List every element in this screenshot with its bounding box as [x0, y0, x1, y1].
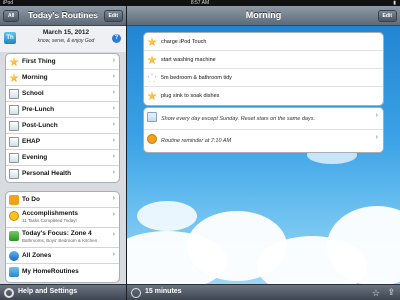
timer-bar: 15 minutes ☆ ⇪ [127, 284, 400, 300]
detail-nav-bar: Morning Edit [127, 6, 400, 26]
routine-first-thing[interactable]: First Thing › [6, 54, 119, 70]
chevron-right-icon: › [112, 169, 115, 176]
routine-evening[interactable]: Evening › [6, 150, 119, 166]
star-icon [9, 57, 19, 67]
task-row[interactable]: start washing machine [144, 51, 383, 69]
task-label: start washing machine [161, 57, 216, 63]
chevron-right-icon: › [112, 195, 115, 202]
help-settings-label: Help and Settings [18, 288, 78, 295]
home-routines-label: My HomeRoutines [22, 268, 79, 275]
star-outline-icon[interactable]: ☆ [372, 288, 380, 298]
star-filled-icon[interactable] [147, 91, 157, 101]
routines-list: First Thing › Morning › School › Pre-Lun… [5, 53, 120, 183]
focus-description: Bathrooms, Boys' Bedroom & Kitchen [22, 238, 98, 243]
reminder-row[interactable]: Routine reminder at 7:10 AM › [144, 130, 383, 152]
chevron-right-icon: › [112, 231, 115, 238]
home-routines-item[interactable]: My HomeRoutines [6, 264, 119, 282]
star-icon [9, 73, 19, 83]
task-label: 5m bedroom & bathroom tidy [161, 75, 232, 81]
routine-label: School [22, 90, 44, 97]
task-row[interactable]: charge iPod Touch [144, 33, 383, 51]
share-icon[interactable]: ⇪ [387, 287, 395, 297]
chevron-right-icon: › [112, 105, 115, 112]
routine-school[interactable]: School › [6, 86, 119, 102]
routine-label: EHAP [22, 138, 41, 145]
document-icon [9, 137, 19, 147]
reminder-text: Routine reminder at 7:10 AM [161, 138, 232, 144]
document-icon [9, 121, 19, 131]
todo-label: To Do [22, 196, 40, 203]
sidebar-nav-bar: All Today's Routines Edit [0, 6, 126, 26]
routines-sidebar: All Today's Routines Edit Th March 15, 2… [0, 6, 126, 300]
task-list: charge iPod Touch start washing machine … [143, 32, 384, 106]
globe-icon [9, 251, 19, 261]
routine-info: Show every day except Sunday. Reset star… [143, 107, 384, 153]
chevron-right-icon: › [112, 137, 115, 144]
task-row[interactable]: 5m bedroom & bathroom tidy [144, 69, 383, 87]
document-icon [9, 105, 19, 115]
accomplishments-label: Accomplishments [22, 210, 78, 217]
chevron-right-icon: › [375, 112, 378, 119]
chevron-right-icon: › [112, 57, 115, 64]
routine-pre-lunch[interactable]: Pre-Lunch › [6, 102, 119, 118]
task-row[interactable]: plug sink to soak dishes [144, 87, 383, 105]
smiley-icon [9, 211, 19, 221]
document-icon [9, 89, 19, 99]
focus-label: Today's Focus: Zone 4 [22, 230, 92, 237]
star-outline-icon[interactable] [147, 73, 157, 83]
extras-list: To Do › Accomplishments 11 Tasks Complet… [5, 191, 120, 283]
help-settings-bar[interactable]: Help and Settings [0, 284, 126, 300]
zones-label: All Zones [22, 252, 52, 259]
document-icon [9, 153, 19, 163]
routine-title: Morning [245, 10, 282, 20]
chevron-right-icon: › [112, 251, 115, 258]
star-filled-icon[interactable] [147, 55, 157, 65]
date-header: Th March 15, 2012 know, serve, & enjoy G… [0, 26, 126, 52]
routine-morning[interactable]: Morning › [6, 70, 119, 86]
schedule-text: Show every day except Sunday. Reset star… [161, 116, 315, 122]
app-logo-icon: Th [4, 32, 16, 44]
routine-label: Post-Lunch [22, 122, 58, 129]
task-label: plug sink to soak dishes [161, 93, 220, 99]
current-date: March 15, 2012 [42, 29, 90, 36]
chevron-right-icon: › [112, 89, 115, 96]
document-icon [9, 169, 19, 179]
routine-detail: Morning Edit charge iPod Touch start was… [127, 6, 400, 300]
all-zones-item[interactable]: All Zones › [6, 248, 119, 264]
todo-icon [9, 195, 19, 205]
chevron-right-icon: › [112, 73, 115, 80]
sidebar-edit-button[interactable]: Edit [103, 10, 123, 22]
chevron-right-icon: › [112, 211, 115, 218]
home-icon [9, 267, 19, 277]
calendar-icon [147, 112, 157, 122]
routine-label: First Thing [22, 58, 56, 65]
todo-item[interactable]: To Do › [6, 192, 119, 208]
schedule-row[interactable]: Show every day except Sunday. Reset star… [144, 108, 383, 130]
chevron-right-icon: › [375, 134, 378, 141]
routine-label: Personal Health [22, 170, 72, 177]
clock-icon[interactable] [131, 288, 141, 298]
accomplishments-count: 11 Tasks Completed Today! [22, 218, 77, 223]
gear-icon [4, 288, 14, 298]
chevron-right-icon: › [112, 121, 115, 128]
focus-icon [9, 231, 19, 241]
accomplishments-item[interactable]: Accomplishments 11 Tasks Completed Today… [6, 208, 119, 228]
duration-label: 15 minutes [145, 288, 182, 295]
routine-label: Morning [22, 74, 48, 81]
routine-ehap[interactable]: EHAP › [6, 134, 119, 150]
detail-edit-button[interactable]: Edit [377, 10, 397, 22]
cloud-decoration [137, 201, 197, 231]
alarm-icon [147, 134, 157, 144]
routine-post-lunch[interactable]: Post-Lunch › [6, 118, 119, 134]
routine-label: Evening [22, 154, 48, 161]
focus-item[interactable]: Today's Focus: Zone 4 Bathrooms, Boys' B… [6, 228, 119, 248]
help-icon[interactable]: ? [112, 34, 121, 43]
star-filled-icon[interactable] [147, 37, 157, 47]
task-label: charge iPod Touch [161, 39, 207, 45]
chevron-right-icon: › [112, 153, 115, 160]
routine-personal-health[interactable]: Personal Health › [6, 166, 119, 182]
motto-text: know, serve, & enjoy God [37, 38, 95, 44]
routine-label: Pre-Lunch [22, 106, 55, 113]
